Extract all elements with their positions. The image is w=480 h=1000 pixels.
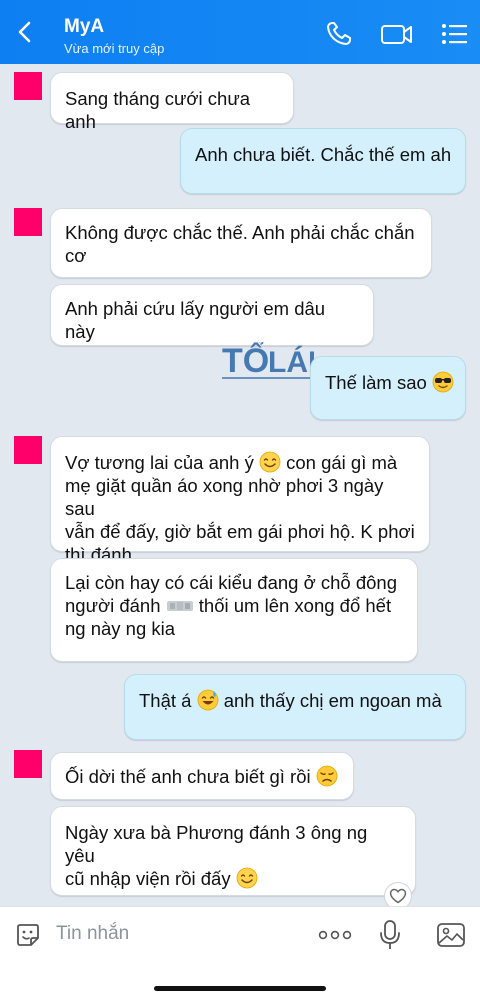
message-text-line: vẫn để đấy, giờ bắt em gái phơi hộ. K ph… [65, 521, 415, 542]
message-text-line: Không được chắc thế. Anh phải chắc chắn [65, 222, 415, 243]
sunglasses-emoji [432, 371, 454, 393]
avatar[interactable] [14, 72, 42, 100]
back-icon[interactable] [12, 18, 40, 46]
heart-icon[interactable] [384, 882, 412, 906]
disappointed-emoji [316, 765, 338, 787]
smile-emoji [259, 451, 281, 473]
more-icon[interactable] [318, 929, 352, 941]
message-text: Ối dời thế anh chưa biết gì rồi [65, 766, 311, 787]
message-text: Thật á [139, 690, 192, 711]
message-incoming[interactable]: Ngày xưa bà Phương đánh 3 ông ng yêu cũ … [50, 806, 416, 896]
image-icon[interactable] [436, 921, 466, 949]
message-text: Thế làm sao [325, 372, 427, 393]
message-text-line: Lại còn hay có cái kiểu đang ở chỗ đông [65, 572, 397, 593]
avatar[interactable] [14, 436, 42, 464]
mic-icon[interactable] [378, 919, 402, 951]
video-icon[interactable] [380, 20, 414, 48]
avatar[interactable] [14, 208, 42, 236]
message-list[interactable]: Sang tháng cưới chưa anh Anh chưa biết. … [0, 64, 480, 906]
message-text: thối um lên xong đổ hết [198, 595, 392, 616]
message-text: Anh chưa biết. Chắc thế em ah [195, 144, 452, 165]
message-text: anh thấy chị em ngoan mà [223, 690, 442, 711]
message-outgoing[interactable]: Thật á anh thấy chị em ngoan mà [124, 674, 466, 740]
message-incoming[interactable]: Sang tháng cưới chưa anh [50, 72, 294, 132]
avatar[interactable] [14, 750, 42, 778]
phone-icon[interactable] [324, 20, 354, 48]
menu-icon[interactable] [440, 20, 470, 48]
message-text-line: cơ [65, 245, 87, 266]
message-incoming[interactable]: Lại còn hay có cái kiểu đang ở chỗ đông … [50, 558, 418, 662]
home-indicator[interactable] [154, 986, 326, 991]
svg-text:TỔ: TỔ [222, 342, 269, 380]
message-text: người đánh [65, 595, 161, 616]
message-incoming[interactable]: Không được chắc thế. Anh phải chắc chắn … [50, 208, 432, 278]
smile-emoji [236, 867, 258, 889]
message-text: cũ nhập viện rồi đấy [65, 868, 231, 889]
sticker-icon[interactable] [14, 921, 42, 949]
blurred-word [166, 601, 193, 611]
message-text: Vợ tương lai của anh ý [65, 452, 254, 473]
message-incoming[interactable]: Ối dời thế anh chưa biết gì rồi [50, 752, 354, 800]
message-incoming[interactable]: Anh phải cứu lấy người em dâu này [50, 284, 374, 346]
message-text: Sang tháng cưới chưa anh [65, 88, 251, 132]
contact-status: Vừa mới truy cập [64, 41, 165, 56]
sweat-smile-emoji [197, 689, 218, 711]
message-input[interactable]: Tin nhắn [56, 923, 129, 945]
watermark-logo: TỔ LÁI [222, 342, 314, 380]
message-text-line: Ngày xưa bà Phương đánh 3 ông ng yêu [65, 822, 368, 866]
message-outgoing[interactable]: Anh chưa biết. Chắc thế em ah [180, 128, 466, 194]
chat-header: MyA Vừa mới truy cập [0, 0, 480, 64]
svg-text:LÁI: LÁI [268, 345, 314, 379]
message-text-line: ng này ng kia [65, 618, 176, 639]
contact-name[interactable]: MyA [64, 16, 104, 38]
message-outgoing[interactable]: Thế làm sao [310, 356, 466, 420]
message-incoming[interactable]: Vợ tương lai của anh ý con gái gì mà mẹ … [50, 436, 430, 565]
message-text: con gái gì mà [286, 452, 398, 473]
message-text-line: mẹ giặt quần áo xong nhờ phơi 3 ngày sau [65, 475, 384, 519]
